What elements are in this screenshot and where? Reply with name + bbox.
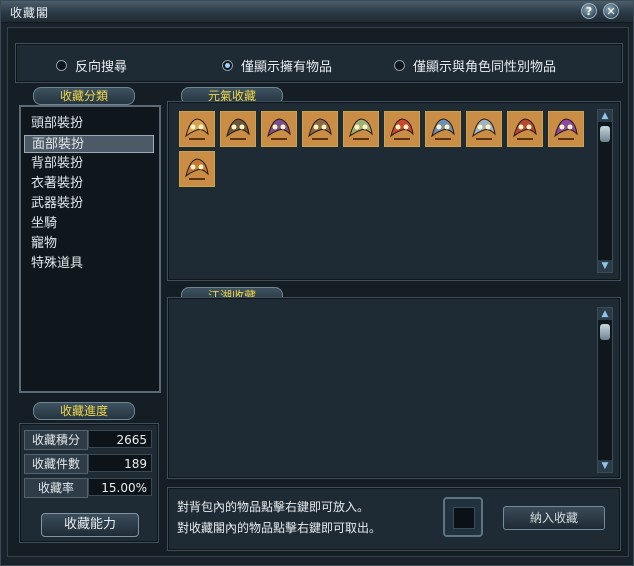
jianghu-scrollbar[interactable]: ▲ ▼ xyxy=(597,307,613,473)
stat-label-score: 收藏積分 xyxy=(24,430,88,450)
window-title: 收藏閣 xyxy=(10,6,50,20)
help-button[interactable]: ? xyxy=(581,3,597,19)
collection-ability-button[interactable]: 收藏能力 xyxy=(41,513,139,537)
category-item-clothing[interactable]: 衣著裝扮 xyxy=(24,175,154,193)
category-item-pet[interactable]: 寵物 xyxy=(24,235,154,253)
category-item-back[interactable]: 背部裝扮 xyxy=(24,155,154,173)
yuanqi-item-slot[interactable] xyxy=(220,111,256,147)
yuanqi-item-slot[interactable] xyxy=(179,151,215,187)
filter-label: 僅顯示擁有物品 xyxy=(241,60,333,75)
stat-value-count: 189 xyxy=(88,454,152,472)
silver-crescent-mask-icon xyxy=(467,112,501,146)
close-button[interactable]: ✕ xyxy=(603,3,619,19)
bronze-mask-icon xyxy=(303,112,337,146)
yuanqi-item-slot[interactable] xyxy=(302,111,338,147)
scroll-up-icon[interactable]: ▲ xyxy=(598,110,612,122)
scroll-up-icon[interactable]: ▲ xyxy=(598,308,612,320)
red-orb-mask-icon xyxy=(385,112,419,146)
hint-put-in: 對背包內的物品點擊右鍵即可放入。 xyxy=(177,500,370,514)
collection-window: 收藏閣 ? ✕ 反向搜尋 僅顯示擁有物品 僅顯示與角色同性別物品 收藏分類 頭部… xyxy=(0,0,634,566)
yuanqi-item-slot[interactable] xyxy=(343,111,379,147)
filter-label: 僅顯示與角色同性別物品 xyxy=(413,60,557,75)
dark-winged-mask-icon xyxy=(221,112,255,146)
yuanqi-item-slot[interactable] xyxy=(466,111,502,147)
category-item-special[interactable]: 特殊道具 xyxy=(24,255,154,273)
yuanqi-item-slot[interactable] xyxy=(384,111,420,147)
amber-leaf-mask-icon xyxy=(180,152,214,186)
yuanqi-item-slot[interactable] xyxy=(261,111,297,147)
category-item-face[interactable]: 面部裝扮 xyxy=(24,135,154,153)
category-list: 頭部裝扮 面部裝扮 背部裝扮 衣著裝扮 武器裝扮 坐騎 寵物 特殊道具 xyxy=(19,105,161,393)
deposit-slot[interactable] xyxy=(443,497,483,537)
title-bar[interactable]: 收藏閣 ? ✕ xyxy=(1,1,633,23)
filter-same-gender[interactable]: 僅顯示與角色同性別物品 xyxy=(394,56,556,75)
scroll-down-icon[interactable]: ▼ xyxy=(598,260,612,272)
golden-dragon-mask-icon xyxy=(180,112,214,146)
yuanqi-item-slot[interactable] xyxy=(179,111,215,147)
jianghu-collection-panel xyxy=(167,297,621,479)
purple-horned-mask-icon xyxy=(262,112,296,146)
yuanqi-scrollbar[interactable]: ▲ ▼ xyxy=(597,109,613,273)
stat-label-count: 收藏件數 xyxy=(24,454,88,474)
yuanqi-item-slot[interactable] xyxy=(507,111,543,147)
categories-header: 收藏分類 xyxy=(33,87,135,105)
jade-ornament-mask-icon xyxy=(344,112,378,146)
stat-label-rate: 收藏率 xyxy=(24,478,88,498)
radio-icon xyxy=(56,60,67,71)
stat-value-score: 2665 xyxy=(88,430,152,448)
scroll-down-icon[interactable]: ▼ xyxy=(598,460,612,472)
category-item-weapon[interactable]: 武器裝扮 xyxy=(24,195,154,213)
crimson-crown-mask-icon xyxy=(508,112,542,146)
filter-bar: 反向搜尋 僅顯示擁有物品 僅顯示與角色同性別物品 xyxy=(15,43,623,83)
progress-header: 收藏進度 xyxy=(33,402,135,420)
hint-take-out: 對收藏閣內的物品點擊右鍵即可取出。 xyxy=(177,521,382,535)
blue-feather-mask-icon xyxy=(426,112,460,146)
scroll-thumb[interactable] xyxy=(600,324,610,340)
yuanqi-item-slot[interactable] xyxy=(425,111,461,147)
yuanqi-item-slot[interactable] xyxy=(548,111,584,147)
radio-icon xyxy=(394,60,405,71)
violet-gem-mask-icon xyxy=(549,112,583,146)
scroll-thumb[interactable] xyxy=(600,126,610,142)
category-item-mount[interactable]: 坐騎 xyxy=(24,215,154,233)
add-to-collection-button[interactable]: 納入收藏 xyxy=(503,506,605,530)
filter-label: 反向搜尋 xyxy=(75,60,128,75)
category-item-head[interactable]: 頭部裝扮 xyxy=(24,115,154,133)
radio-selected-icon xyxy=(222,60,233,71)
stat-value-rate: 15.00% xyxy=(88,478,152,496)
close-icon: ✕ xyxy=(606,5,616,18)
filter-owned-only[interactable]: 僅顯示擁有物品 xyxy=(222,56,332,75)
help-icon: ? xyxy=(585,5,593,18)
filter-reverse-search[interactable]: 反向搜尋 xyxy=(56,56,127,75)
